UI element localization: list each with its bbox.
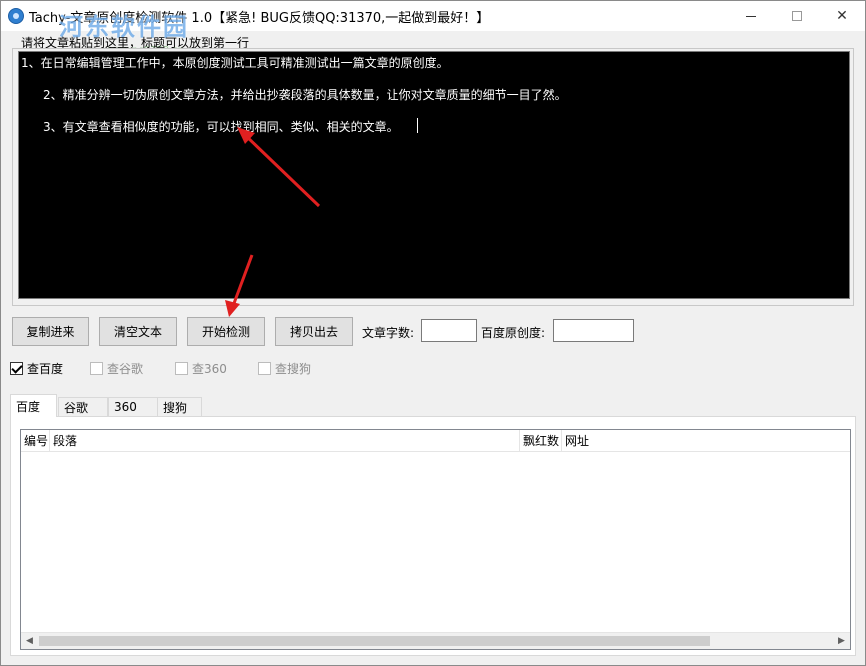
app-icon [8,8,24,24]
column-header-url[interactable]: 网址 [562,430,850,452]
maximize-button[interactable] [774,1,820,31]
minimize-button[interactable] [728,1,774,31]
check-google-label: 查谷歌 [107,362,144,376]
check-baidu[interactable]: 查百度 [10,360,63,377]
check-360: 查360 [175,360,227,377]
title-bar[interactable]: Tachy-文章原创度检测软件 1.0【紧急! BUG反馈QQ:31370,一起… [1,1,865,41]
checkbox-icon [175,362,188,375]
editor-line-3: 3、有文章查看相似度的功能，可以找到相同、类似、相关的文章。 [43,120,399,134]
minimize-icon [746,15,756,17]
column-header-number[interactable]: 编号 [21,430,50,452]
tab-360[interactable]: 360 [108,397,158,416]
article-textarea[interactable]: 1、在日常编辑管理工作中，本原创度测试工具可精准测试出一篇文章的原创度。 2、精… [18,51,850,299]
clear-text-button[interactable]: 清空文本 [99,317,177,346]
horizontal-scrollbar[interactable]: ◀ ▶ [21,632,850,649]
tab-sogou[interactable]: 搜狗 [157,397,202,416]
column-header-paragraph[interactable]: 段落 [50,430,520,452]
scroll-left-icon[interactable]: ◀ [21,633,38,649]
copy-in-button[interactable]: 复制进来 [12,317,89,346]
baidu-originality-field[interactable] [553,319,634,342]
table-header: 编号 段落 飘红数 网址 [21,430,850,452]
column-header-red-count[interactable]: 飘红数 [520,430,562,452]
copy-out-button[interactable]: 拷贝出去 [275,317,353,346]
close-button[interactable]: ✕ [819,1,865,31]
checkbox-icon [90,362,103,375]
word-count-field[interactable] [421,319,477,342]
start-check-button[interactable]: 开始检测 [187,317,265,346]
editor-line-1: 1、在日常编辑管理工作中，本原创度测试工具可精准测试出一篇文章的原创度。 [21,56,449,70]
tab-google[interactable]: 谷歌 [58,397,108,416]
scrollbar-thumb[interactable] [39,636,710,646]
scroll-right-icon[interactable]: ▶ [833,633,850,649]
baidu-originality-label: 百度原创度: [481,326,546,340]
editor-line-2: 2、精准分辨一切伪原创文章方法，并给出抄袭段落的具体数量，让你对文章质量的细节一… [43,88,567,102]
check-google: 查谷歌 [90,360,143,377]
tab-baidu[interactable]: 百度 [10,394,57,417]
checkbox-icon [258,362,271,375]
word-count-label: 文章字数: [362,326,415,340]
check-sogou-label: 查搜狗 [275,362,312,376]
check-baidu-label: 查百度 [27,362,64,376]
main-window: Tachy-文章原创度检测软件 1.0【紧急! BUG反馈QQ:31370,一起… [0,0,866,666]
text-caret [417,118,418,133]
check-360-label: 查360 [192,362,227,376]
maximize-icon [792,11,802,21]
close-icon: ✕ [836,8,848,24]
results-table[interactable]: 编号 段落 飘红数 网址 ◀ ▶ [20,429,851,650]
check-sogou: 查搜狗 [258,360,311,377]
checkbox-checked-icon[interactable] [10,362,23,375]
